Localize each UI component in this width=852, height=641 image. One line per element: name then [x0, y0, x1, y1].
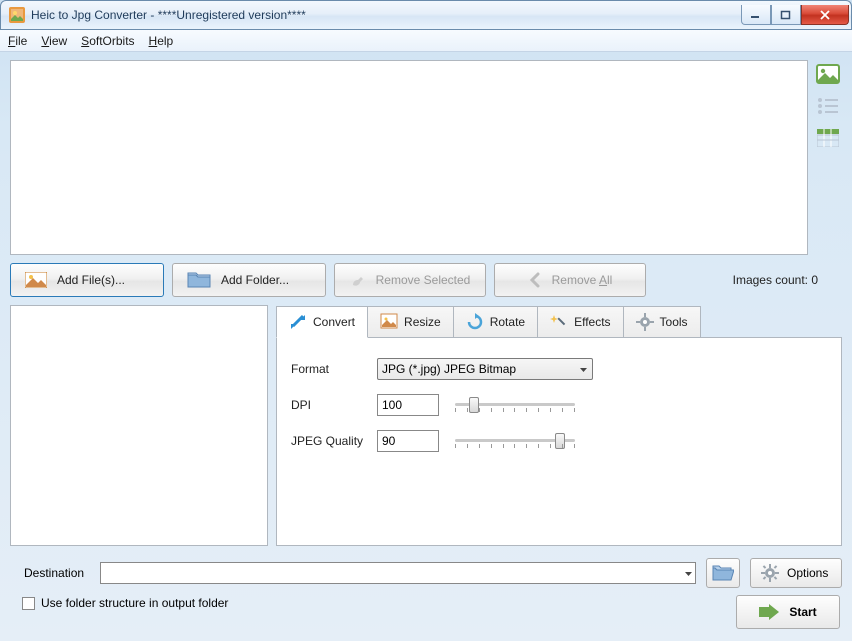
- add-files-button[interactable]: Add File(s)...: [10, 263, 164, 297]
- tab-body-convert: Format JPG (*.jpg) JPEG Bitmap DPI: [276, 337, 842, 546]
- image-icon: [25, 272, 47, 288]
- destination-combo[interactable]: [100, 562, 696, 584]
- menu-bar: File View SoftOrbits Help: [0, 30, 852, 52]
- app-icon: [9, 7, 25, 23]
- close-button[interactable]: [801, 5, 849, 25]
- view-grid-icon[interactable]: [814, 126, 842, 150]
- menu-help[interactable]: Help: [149, 34, 174, 48]
- resize-icon: [380, 313, 398, 331]
- format-value: JPG (*.jpg) JPEG Bitmap: [382, 362, 516, 376]
- tab-panel: Convert Resize Rotate Effects Tools: [276, 305, 842, 546]
- add-folder-label: Add Folder...: [221, 273, 289, 287]
- format-row: Format JPG (*.jpg) JPEG Bitmap: [291, 356, 827, 382]
- quality-row: JPEG Quality: [291, 428, 827, 454]
- view-list-icon[interactable]: [814, 94, 842, 118]
- folder-structure-label: Use folder structure in output folder: [41, 596, 228, 610]
- start-button[interactable]: Start: [736, 595, 840, 629]
- folder-icon: [187, 272, 211, 288]
- browse-folder-button[interactable]: [706, 558, 740, 588]
- menu-view[interactable]: View: [41, 34, 67, 48]
- chevron-left-icon: [528, 272, 542, 288]
- tab-resize[interactable]: Resize: [368, 306, 454, 338]
- folder-structure-checkbox[interactable]: [22, 597, 35, 610]
- remove-selected-label: Remove Selected: [376, 273, 471, 287]
- window-controls: [741, 5, 851, 25]
- folder-open-icon: [712, 564, 734, 582]
- quality-label: JPEG Quality: [291, 434, 377, 448]
- tab-tools-label: Tools: [660, 315, 688, 329]
- tab-effects-label: Effects: [574, 315, 610, 329]
- tab-tools[interactable]: Tools: [624, 306, 701, 338]
- tab-convert[interactable]: Convert: [276, 306, 368, 338]
- preview-canvas: [10, 60, 808, 255]
- convert-icon: [289, 313, 307, 331]
- add-folder-button[interactable]: Add Folder...: [172, 263, 326, 297]
- window-title: Heic to Jpg Converter - ****Unregistered…: [31, 8, 306, 22]
- tab-resize-label: Resize: [404, 315, 441, 329]
- menu-file[interactable]: File: [8, 34, 27, 48]
- tab-effects[interactable]: Effects: [538, 306, 623, 338]
- add-files-label: Add File(s)...: [57, 273, 125, 287]
- dpi-label: DPI: [291, 398, 377, 412]
- format-select[interactable]: JPG (*.jpg) JPEG Bitmap: [377, 358, 593, 380]
- rotate-icon: [466, 313, 484, 331]
- main-area: Add File(s)... Add Folder... Remove Sele…: [0, 52, 852, 641]
- title-bar: Heic to Jpg Converter - ****Unregistered…: [0, 0, 852, 30]
- tab-convert-label: Convert: [313, 315, 355, 329]
- quality-slider[interactable]: [455, 431, 575, 451]
- options-button[interactable]: Options: [750, 558, 842, 588]
- chevron-down-icon: [579, 365, 588, 374]
- dpi-row: DPI: [291, 392, 827, 418]
- destination-row: Destination Options: [10, 558, 842, 588]
- destination-label: Destination: [10, 566, 90, 580]
- mid-area: Convert Resize Rotate Effects Tools: [10, 305, 842, 546]
- preview-row: [10, 60, 842, 255]
- images-count-label: Images count: 0: [733, 273, 842, 287]
- format-label: Format: [291, 362, 377, 376]
- gear-icon: [761, 564, 779, 582]
- brush-icon: [350, 272, 366, 288]
- menu-softorbits[interactable]: SoftOrbits: [81, 34, 134, 48]
- dpi-slider[interactable]: [455, 395, 575, 415]
- folder-structure-row: Use folder structure in output folder: [10, 596, 842, 610]
- dpi-input[interactable]: [377, 394, 439, 416]
- quality-input[interactable]: [377, 430, 439, 452]
- file-list[interactable]: [10, 305, 268, 546]
- gear-icon: [636, 313, 654, 331]
- options-label: Options: [787, 566, 828, 580]
- tab-rotate[interactable]: Rotate: [454, 306, 538, 338]
- maximize-button[interactable]: [771, 5, 801, 25]
- file-buttons-row: Add File(s)... Add Folder... Remove Sele…: [10, 263, 842, 297]
- view-mode-buttons: [814, 60, 842, 255]
- play-arrow-icon: [759, 604, 779, 620]
- minimize-button[interactable]: [741, 5, 771, 25]
- tab-strip: Convert Resize Rotate Effects Tools: [276, 305, 842, 337]
- start-label: Start: [789, 605, 816, 619]
- tab-rotate-label: Rotate: [490, 315, 525, 329]
- remove-all-label: Remove All: [552, 273, 613, 287]
- view-thumbnails-icon[interactable]: [814, 62, 842, 86]
- remove-all-button[interactable]: Remove All: [494, 263, 646, 297]
- chevron-down-icon: [684, 569, 693, 578]
- remove-selected-button[interactable]: Remove Selected: [334, 263, 486, 297]
- effects-icon: [550, 313, 568, 331]
